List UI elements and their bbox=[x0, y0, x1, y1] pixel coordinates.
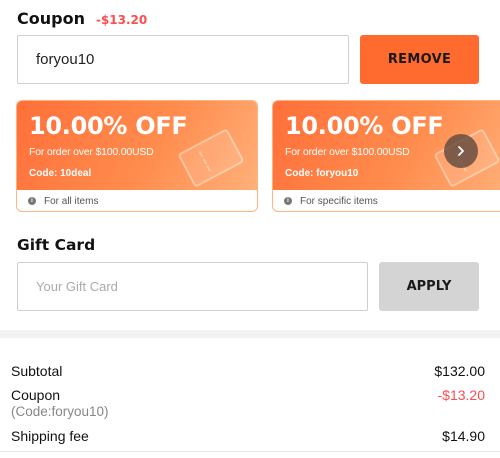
coupon-code-input[interactable]: foryou10 bbox=[17, 35, 349, 84]
subtotal-row: Subtotal $132.00 bbox=[11, 363, 485, 379]
coupon-summary-label: Coupon bbox=[11, 387, 61, 403]
coupon-summary-value: -$13.20 bbox=[437, 387, 485, 403]
apply-gift-card-button[interactable]: APPLY bbox=[379, 262, 479, 311]
coupon-header: Coupon -$13.20 bbox=[17, 9, 147, 28]
gift-card-input[interactable] bbox=[17, 262, 368, 311]
order-summary: Subtotal $132.00 Coupon -$13.20 (Code:fo… bbox=[0, 330, 500, 458]
info-icon: i bbox=[284, 197, 292, 205]
coupon-card[interactable]: 10.00% OFF For order over $100.00USD Cod… bbox=[16, 100, 258, 212]
shipping-value: $14.90 bbox=[442, 428, 485, 444]
divider bbox=[0, 451, 500, 452]
chevron-right-icon bbox=[458, 146, 464, 156]
info-icon: i bbox=[28, 197, 36, 205]
coupon-row: Coupon -$13.20 bbox=[11, 387, 485, 403]
coupon-card-footer: i For specific items bbox=[273, 190, 500, 211]
shipping-row: Shipping fee $14.90 bbox=[11, 428, 485, 444]
carousel-next-button[interactable] bbox=[444, 134, 478, 168]
coupon-card-scope: For all items bbox=[44, 195, 99, 207]
coupon-card-footer: i For all items bbox=[17, 190, 257, 211]
coupon-card-body: 10.00% OFF For order over $100.00USD Cod… bbox=[17, 101, 257, 190]
coupon-discount-amount: -$13.20 bbox=[95, 13, 148, 27]
coupon-card-scope: For specific items bbox=[300, 195, 378, 207]
remove-coupon-button[interactable]: REMOVE bbox=[360, 35, 479, 84]
coupon-code-value: foryou10 bbox=[36, 51, 95, 68]
shipping-label: Shipping fee bbox=[11, 428, 89, 444]
coupon-title: Coupon bbox=[17, 9, 85, 28]
subtotal-label: Subtotal bbox=[11, 363, 63, 379]
coupon-carousel[interactable]: 10.00% OFF For order over $100.00USD Cod… bbox=[16, 100, 500, 214]
coupon-summary-code: (Code:foryou10) bbox=[11, 404, 109, 419]
subtotal-value: $132.00 bbox=[434, 363, 485, 379]
gift-card-title: Gift Card bbox=[17, 236, 96, 254]
